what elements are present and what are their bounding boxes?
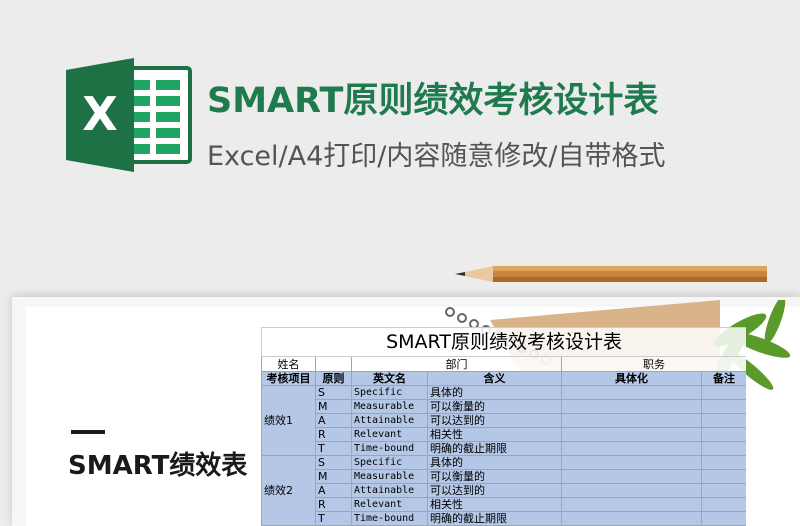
table-cell-meaning[interactable]: 可以达到的: [427, 483, 562, 498]
table-cell-english[interactable]: Measurable: [351, 469, 428, 484]
col-header-remark[interactable]: 备注: [700, 371, 746, 386]
table-cell-english[interactable]: Attainable: [351, 413, 428, 428]
table-cell-letter[interactable]: A: [315, 483, 352, 498]
table-cell-letter[interactable]: T: [315, 511, 352, 526]
table-cell-meaning[interactable]: 可以达到的: [427, 413, 562, 428]
excel-logo-letter: X: [82, 87, 117, 141]
info-label-position[interactable]: 职务: [560, 356, 746, 372]
table-cell-specific[interactable]: [561, 385, 702, 400]
table-cell-english[interactable]: Specific: [351, 455, 428, 470]
table-cell-letter[interactable]: M: [315, 399, 352, 414]
table-cell-remark[interactable]: [700, 497, 746, 512]
table-cell-remark[interactable]: [700, 469, 746, 484]
spreadsheet-preview: SMART原则绩效考核设计表 姓名 部门 职务 考核项目 原则 英文名 含义 具…: [261, 327, 746, 526]
table-cell-english[interactable]: Relevant: [351, 497, 428, 512]
smart-table: SMART原则绩效考核设计表 姓名 部门 职务 考核项目 原则 英文名 含义 具…: [261, 327, 746, 526]
table-cell-remark[interactable]: [700, 455, 746, 470]
table-cell-specific[interactable]: [561, 427, 702, 442]
table-cell-meaning[interactable]: 相关性: [427, 427, 562, 442]
table-cell-english[interactable]: Time-bound: [351, 441, 428, 456]
table-cell-letter[interactable]: R: [315, 497, 352, 512]
table-cell-specific[interactable]: [561, 455, 702, 470]
table-cell-meaning[interactable]: 可以衡量的: [427, 399, 562, 414]
table-cell-english[interactable]: Attainable: [351, 483, 428, 498]
table-cell-letter[interactable]: T: [315, 441, 352, 456]
table-cell-specific[interactable]: [561, 399, 702, 414]
table-cell-letter[interactable]: S: [315, 455, 352, 470]
table-cell-letter[interactable]: A: [315, 413, 352, 428]
title-accent-bar: [71, 430, 105, 434]
table-cell-meaning[interactable]: 具体的: [427, 455, 562, 470]
table-cell-specific[interactable]: [561, 511, 702, 526]
table-cell-remark[interactable]: [700, 385, 746, 400]
page-title: SMART原则绩效考核设计表: [207, 81, 659, 121]
table-cell-letter[interactable]: S: [315, 385, 352, 400]
table-cell-meaning[interactable]: 明确的截止期限: [427, 511, 562, 526]
pencil-icon: [455, 266, 767, 282]
table-cell-meaning[interactable]: 相关性: [427, 497, 562, 512]
table-cell-remark[interactable]: [700, 483, 746, 498]
preview-left-title: SMART绩效表: [68, 451, 248, 481]
table-cell-remark[interactable]: [700, 427, 746, 442]
table-cell-specific[interactable]: [561, 497, 702, 512]
col-header-principle[interactable]: 原则: [315, 371, 352, 386]
table-cell-specific[interactable]: [561, 483, 702, 498]
table-cell-meaning[interactable]: 明确的截止期限: [427, 441, 562, 456]
table-cell-english[interactable]: Specific: [351, 385, 428, 400]
table-cell-remark[interactable]: [700, 511, 746, 526]
col-header-item[interactable]: 考核项目: [261, 371, 316, 386]
table-cell-specific[interactable]: [561, 441, 702, 456]
table-cell-meaning[interactable]: 具体的: [427, 385, 562, 400]
col-header-english[interactable]: 英文名: [351, 371, 428, 386]
info-label-name[interactable]: 姓名: [261, 356, 316, 372]
page-subtitle: Excel/A4打印/内容随意修改/自带格式: [207, 141, 666, 172]
group-cell[interactable]: 绩效1: [261, 385, 316, 456]
table-cell-letter[interactable]: R: [315, 427, 352, 442]
table-cell-remark[interactable]: [700, 399, 746, 414]
group-cell[interactable]: 绩效2: [261, 455, 316, 526]
info-value-name[interactable]: [315, 356, 352, 372]
excel-logo-icon: X: [66, 58, 192, 172]
table-cell-remark[interactable]: [700, 413, 746, 428]
col-header-meaning[interactable]: 含义: [427, 371, 562, 386]
table-cell-english[interactable]: Time-bound: [351, 511, 428, 526]
table-cell-specific[interactable]: [561, 413, 702, 428]
table-cell-letter[interactable]: M: [315, 469, 352, 484]
table-cell-remark[interactable]: [700, 441, 746, 456]
col-header-specific[interactable]: 具体化: [561, 371, 702, 386]
table-cell-english[interactable]: Measurable: [351, 399, 428, 414]
info-label-department[interactable]: 部门: [351, 356, 562, 372]
table-cell-meaning[interactable]: 可以衡量的: [427, 469, 562, 484]
table-cell-english[interactable]: Relevant: [351, 427, 428, 442]
sheet-title[interactable]: SMART原则绩效考核设计表: [261, 327, 746, 357]
table-cell-specific[interactable]: [561, 469, 702, 484]
